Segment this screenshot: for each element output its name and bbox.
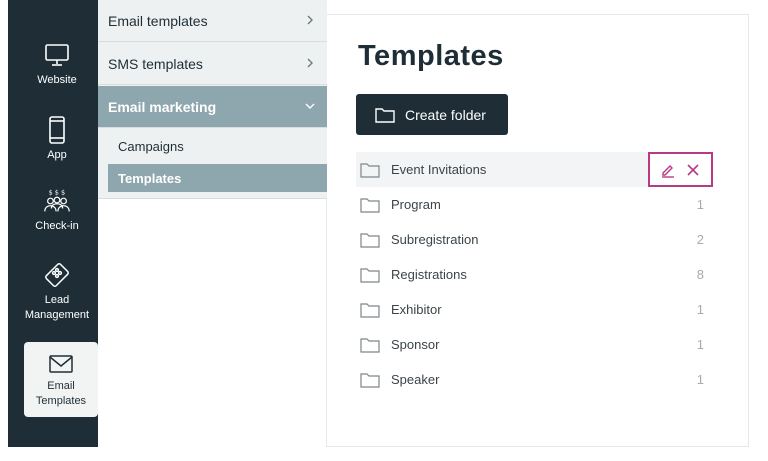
folder-icon (360, 162, 380, 178)
svg-text:$ $ $: $ $ $ (49, 188, 66, 196)
rail-item-label: Check-in (35, 220, 79, 232)
folder-name: Subregistration (391, 232, 479, 247)
menu-item-email-marketing[interactable]: Email marketing (98, 86, 327, 128)
row-actions (648, 152, 713, 187)
rail-item-label: Email Templates (35, 380, 87, 407)
rail-item-website[interactable]: Website (16, 40, 98, 88)
folder-count: 8 (696, 267, 704, 282)
rail-item-app[interactable]: App (16, 115, 98, 163)
folder-name: Exhibitor (391, 302, 442, 317)
page-title: Templates (358, 40, 504, 72)
folder-icon (360, 267, 380, 283)
folder-count: 1 (696, 302, 704, 317)
folder-icon (360, 302, 380, 318)
submenu-item-label: Campaigns (118, 138, 184, 154)
menu-item-label: Email templates (108, 12, 208, 29)
submenu-item-campaigns[interactable]: Campaigns (108, 132, 327, 160)
folder-count: 1 (696, 372, 704, 387)
envelope-icon (46, 352, 76, 376)
folder-name: Sponsor (391, 337, 440, 352)
folder-name: Speaker (391, 372, 440, 387)
rail-item-label: Website (37, 74, 77, 86)
monitor-icon (42, 40, 72, 70)
menu-item-email-templates[interactable]: Email templates (98, 0, 327, 42)
submenu-item-label: Templates (118, 170, 182, 186)
rail-item-email-templates[interactable]: Email Templates (24, 342, 98, 417)
folder-name: Program (391, 197, 441, 212)
submenu-panel: Email templates SMS templates Email mark… (98, 0, 327, 199)
rail-item-lead-management[interactable]: Lead Management (16, 260, 98, 323)
delete-close-icon[interactable] (685, 162, 701, 178)
menu-item-sms-templates[interactable]: SMS templates (98, 43, 327, 85)
rail-item-label: App (47, 149, 67, 161)
folder-row-exhibitor[interactable]: Exhibitor 1 (356, 292, 713, 327)
folder-list: Event Invitations Program 1 Subregistrat… (356, 152, 713, 397)
folder-icon (360, 372, 380, 388)
submenu-empty-area (98, 199, 327, 447)
chevron-down-icon (303, 99, 317, 113)
chevron-right-icon (303, 56, 317, 70)
submenu-item-templates[interactable]: Templates (108, 164, 327, 192)
folder-icon (360, 337, 380, 353)
chevron-right-icon (303, 13, 317, 27)
folder-count: 1 (696, 197, 704, 212)
folder-row-subregistration[interactable]: Subregistration 2 (356, 222, 713, 257)
folder-name: Event Invitations (391, 162, 487, 177)
people-icon: $ $ $ (42, 186, 72, 216)
folder-count: 2 (696, 232, 704, 247)
folder-row-speaker[interactable]: Speaker 1 (356, 362, 713, 397)
main-content: Templates Create folder Event Invitation… (327, 14, 749, 447)
folder-icon (360, 197, 380, 213)
folder-name: Registrations (391, 267, 467, 282)
phone-icon (42, 115, 72, 145)
lead-tag-icon (42, 260, 72, 290)
folder-row-sponsor[interactable]: Sponsor 1 (356, 327, 713, 362)
left-rail: Website App $ $ $ Check-in Lead Manageme… (8, 0, 98, 447)
menu-item-label: SMS templates (108, 55, 203, 72)
folder-row-registrations[interactable]: Registrations 8 (356, 257, 713, 292)
create-folder-button[interactable]: Create folder (356, 94, 508, 135)
create-folder-label: Create folder (405, 106, 486, 123)
folder-icon (375, 107, 395, 123)
folder-icon (360, 232, 380, 248)
edit-pencil-icon[interactable] (660, 162, 676, 178)
folder-row-event-invitations[interactable]: Event Invitations (356, 152, 713, 187)
folder-row-program[interactable]: Program 1 (356, 187, 713, 222)
folder-count: 1 (696, 337, 704, 352)
rail-item-label: Lead Management (24, 294, 90, 321)
menu-item-label: Email marketing (108, 98, 217, 115)
app-root: Website App $ $ $ Check-in Lead Manageme… (0, 0, 768, 461)
rail-item-check-in[interactable]: $ $ $ Check-in (16, 186, 98, 234)
